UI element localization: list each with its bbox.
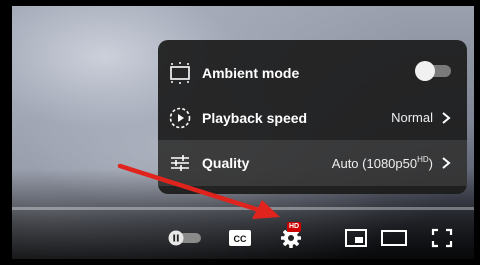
playback-speed-label: Playback speed bbox=[202, 109, 308, 126]
ambient-mode-icon bbox=[168, 61, 192, 85]
miniplayer-icon[interactable] bbox=[342, 226, 370, 250]
settings-menu: Ambient mode Playback speed Normal Quali… bbox=[158, 40, 467, 194]
menu-item-ambient-mode[interactable]: Ambient mode bbox=[158, 50, 467, 95]
captions-icon[interactable]: CC bbox=[226, 226, 254, 250]
menu-item-quality[interactable]: Quality Auto (1080p50HD) bbox=[158, 140, 467, 186]
theater-mode-icon[interactable] bbox=[379, 226, 409, 250]
fullscreen-icon[interactable] bbox=[428, 226, 456, 250]
chevron-right-icon bbox=[442, 111, 451, 124]
quality-value-main: Auto (1080p50 bbox=[331, 156, 418, 171]
menu-item-playback-speed[interactable]: Playback speed Normal bbox=[158, 95, 467, 140]
cc-label: CC bbox=[234, 234, 247, 244]
playback-speed-value: Normal bbox=[391, 110, 433, 125]
player-controls: CC bbox=[12, 218, 474, 258]
quality-label: Quality bbox=[202, 155, 250, 171]
toggle-knob bbox=[415, 61, 435, 81]
ambient-mode-toggle[interactable] bbox=[415, 61, 451, 81]
quality-value-suffix: ) bbox=[428, 156, 433, 171]
playback-speed-icon bbox=[168, 106, 192, 130]
video-player[interactable]: Ambient mode Playback speed Normal Quali… bbox=[0, 0, 480, 265]
hd-badge: HD bbox=[287, 222, 302, 232]
progress-bar[interactable] bbox=[12, 207, 474, 210]
page-margin bbox=[480, 0, 488, 265]
quality-sliders-icon bbox=[168, 151, 192, 175]
quality-hd-sup: HD bbox=[417, 155, 429, 164]
quality-value: Auto (1080p50HD) bbox=[332, 155, 433, 171]
autoplay-toggle-icon[interactable] bbox=[167, 226, 203, 250]
ambient-mode-label: Ambient mode bbox=[202, 64, 300, 81]
chevron-right-icon bbox=[442, 157, 451, 169]
